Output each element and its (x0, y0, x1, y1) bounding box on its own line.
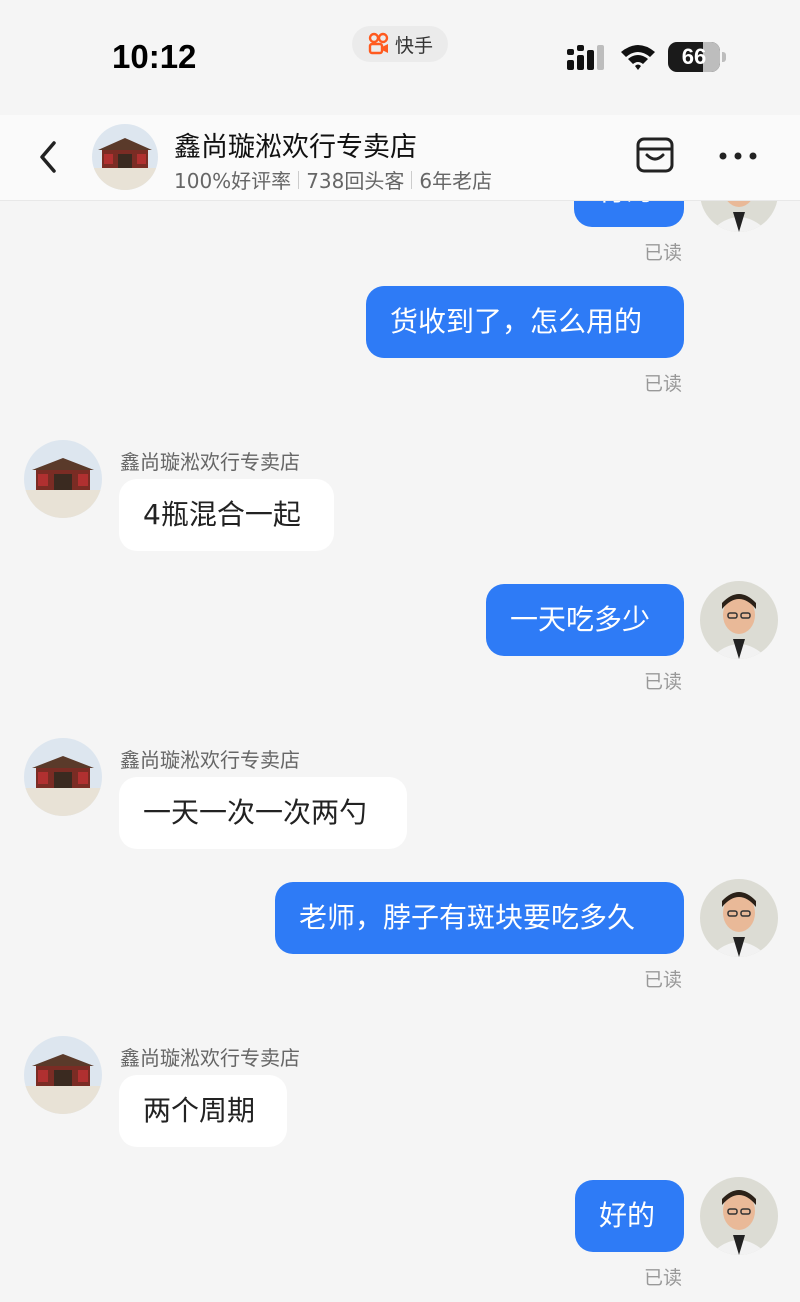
shop-stats: 100%好评率 738回头客 6年老店 (174, 165, 492, 194)
status-bar: 10:12 快手 66 (0, 0, 800, 115)
my-avatar[interactable] (700, 1177, 778, 1255)
read-receipt: 已读 (644, 242, 683, 264)
my-avatar[interactable] (700, 879, 778, 957)
back-arrow-icon[interactable] (34, 137, 62, 177)
read-receipt: 已读 (644, 671, 683, 693)
shop-avatar[interactable] (24, 738, 102, 816)
positive-rating-stat: 100%好评率 (174, 169, 292, 193)
status-time: 10:12 (112, 38, 197, 75)
read-receipt: 已读 (644, 1267, 683, 1289)
sender-name: 鑫尚璇淞欢行专卖店 (120, 1046, 300, 1070)
battery-level: 66 (681, 44, 707, 69)
shop-avatar[interactable] (24, 440, 102, 518)
read-receipt: 已读 (644, 373, 683, 395)
sender-name: 鑫尚璇淞欢行专卖店 (120, 450, 300, 474)
app-name: 快手 (394, 34, 433, 57)
store-icon[interactable] (635, 135, 675, 175)
store-age-stat: 6年老店 (419, 169, 493, 193)
shop-message-bubble[interactable]: 4瓶混合一起 (119, 479, 334, 551)
chat-header: 鑫尚璇淞欢行专卖店 100%好评率 738回头客 6年老店 (0, 115, 800, 201)
shop-message-bubble[interactable]: 两个周期 (119, 1075, 287, 1147)
stat-divider (411, 170, 413, 189)
shop-message-bubble[interactable]: 一天一次一次两勺 (119, 777, 407, 849)
cellular-signal-icon (567, 45, 604, 70)
sender-name: 鑫尚璇淞欢行专卖店 (120, 748, 300, 772)
wifi-icon (621, 45, 655, 70)
my-message-bubble[interactable]: 货收到了，怎么用的 (366, 286, 684, 358)
battery-body: 66 (668, 42, 720, 72)
repeat-customers-stat: 738回头客 (306, 169, 405, 193)
shop-name[interactable]: 鑫尚璇淞欢行专卖店 (174, 125, 417, 164)
my-message-bubble[interactable]: 老师，脖子有斑块要吃多久 (275, 882, 684, 954)
shop-avatar[interactable] (24, 1036, 102, 1114)
app-indicator-pill[interactable]: 快手 (352, 26, 448, 62)
battery-icon: 66 (668, 42, 726, 72)
header-shop-avatar[interactable] (92, 124, 158, 190)
more-options-icon[interactable] (718, 150, 758, 162)
my-message-bubble[interactable]: 一天吃多少 (486, 584, 684, 656)
my-avatar[interactable] (700, 581, 778, 659)
read-receipt: 已读 (644, 969, 683, 991)
kuaishou-logo-icon (368, 32, 389, 55)
stat-divider (298, 170, 300, 189)
battery-cap (722, 52, 726, 62)
my-message-bubble[interactable]: 好的 (575, 1180, 684, 1252)
